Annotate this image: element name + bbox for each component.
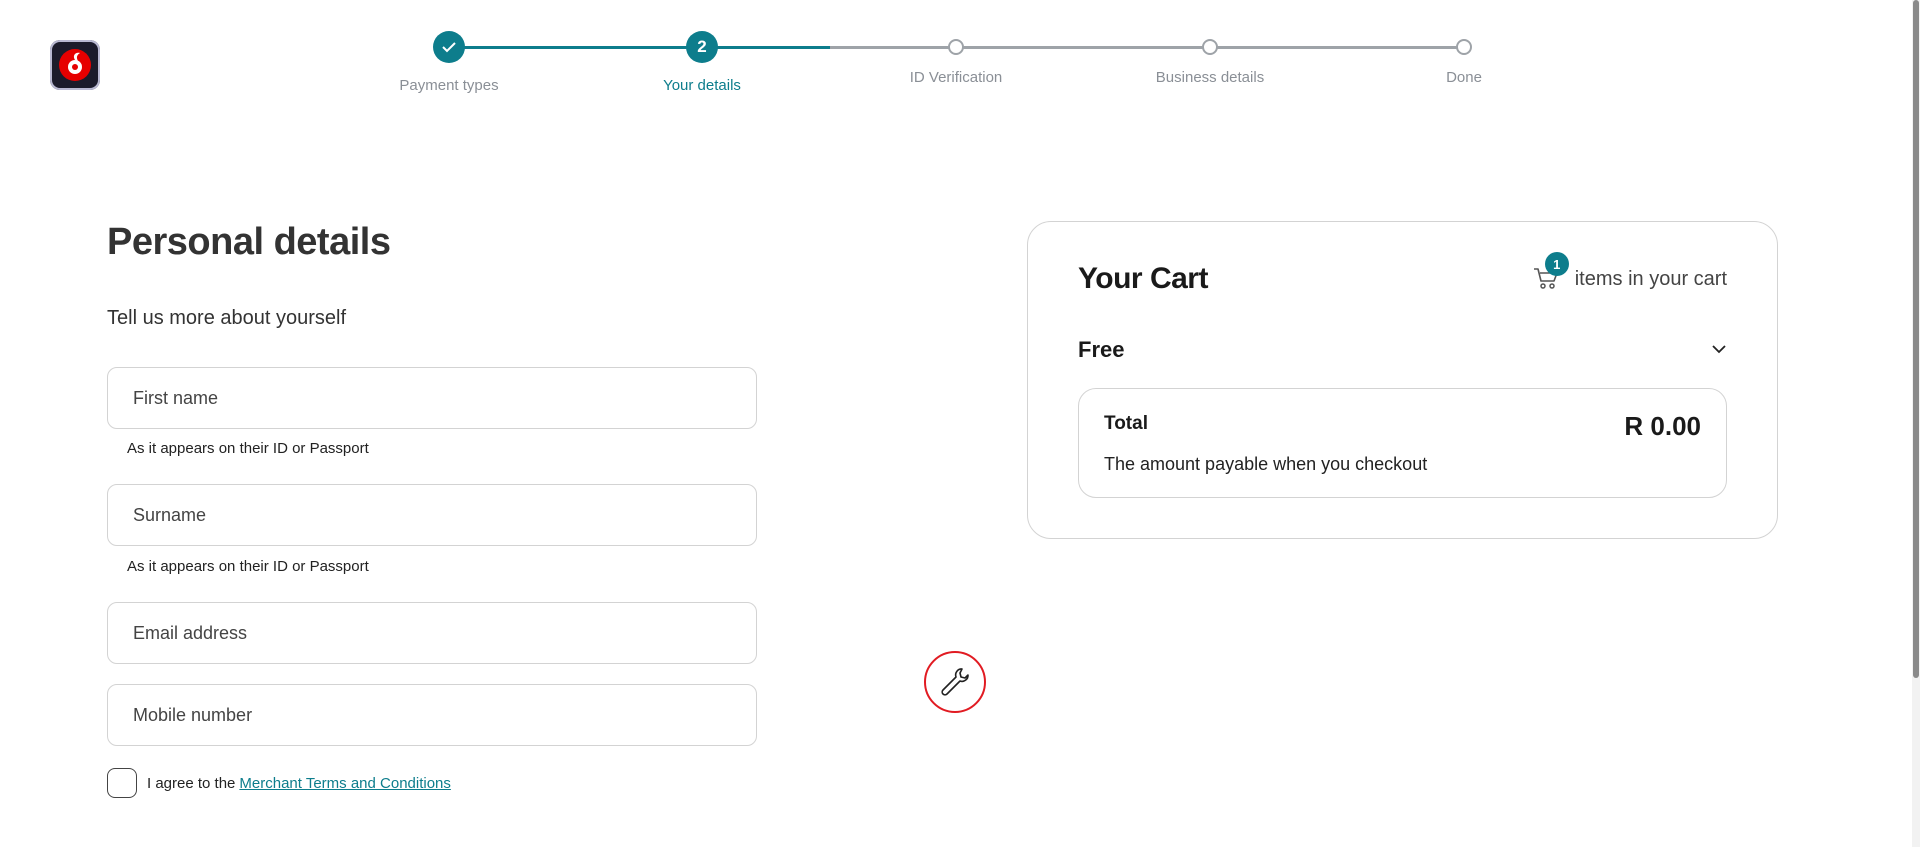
step-id-verification: ID Verification	[856, 31, 1056, 86]
total-label: Total	[1104, 413, 1148, 434]
surname-hint: As it appears on their ID or Passport	[127, 558, 369, 575]
surname-input[interactable]	[108, 485, 756, 545]
step-dot	[1202, 39, 1218, 55]
step-label: ID Verification	[909, 69, 1003, 86]
cart-plan-row[interactable]: Free	[1078, 337, 1727, 363]
surname-field[interactable]	[107, 484, 757, 546]
step-label: Business details	[1155, 69, 1265, 86]
step-business-details: Business details	[1110, 31, 1310, 86]
cart-title: Your Cart	[1078, 262, 1208, 295]
chevron-down-icon[interactable]	[1711, 341, 1727, 359]
step-payment-types[interactable]: Payment types	[349, 31, 549, 94]
step-number: 2	[686, 31, 718, 63]
first-name-field[interactable]	[107, 367, 757, 429]
wrench-icon[interactable]	[924, 651, 986, 713]
step-done: Done	[1364, 31, 1564, 86]
step-label: Payment types	[399, 77, 499, 94]
cart-item-count: 1 items in your cart	[1533, 252, 1727, 292]
mobile-field[interactable]	[107, 684, 757, 746]
step-dot	[948, 39, 964, 55]
cart-plan-name: Free	[1078, 337, 1125, 362]
cart-panel: Your Cart 1 items in your cart Free Tota…	[1027, 221, 1778, 539]
email-input[interactable]	[108, 603, 756, 663]
cart-count-badge: 1	[1544, 252, 1569, 276]
step-label: Done	[1446, 69, 1482, 86]
checkout-stepper: Payment types 2 Your details ID Verifica…	[0, 0, 1920, 110]
terms-agreement: I agree to the Merchant Terms and Condit…	[107, 768, 451, 798]
checkmark-icon	[433, 31, 465, 63]
mobile-input[interactable]	[108, 685, 756, 745]
step-dot	[1456, 39, 1472, 55]
cart-total-box: Total R 0.00 The amount payable when you…	[1078, 388, 1727, 498]
terms-checkbox[interactable]	[107, 768, 137, 798]
cart-count-label: items in your cart	[1574, 267, 1727, 290]
total-note: The amount payable when you checkout	[1104, 454, 1428, 474]
scrollbar-thumb[interactable]	[1913, 0, 1919, 678]
step-label: Your details	[663, 77, 741, 94]
merchant-terms-link[interactable]: Merchant Terms and Conditions	[239, 775, 451, 792]
first-name-hint: As it appears on their ID or Passport	[127, 440, 369, 457]
terms-agree-text: I agree to the	[147, 774, 236, 792]
shopping-cart-icon: 1	[1533, 252, 1569, 292]
step-your-details[interactable]: 2 Your details	[602, 31, 802, 94]
page-title: Personal details	[107, 221, 391, 263]
email-field[interactable]	[107, 602, 757, 664]
page-subtitle: Tell us more about yourself	[107, 307, 347, 329]
page-scrollbar[interactable]	[1912, 0, 1920, 847]
total-value: R 0.00	[1624, 411, 1701, 441]
first-name-input[interactable]	[108, 368, 756, 428]
